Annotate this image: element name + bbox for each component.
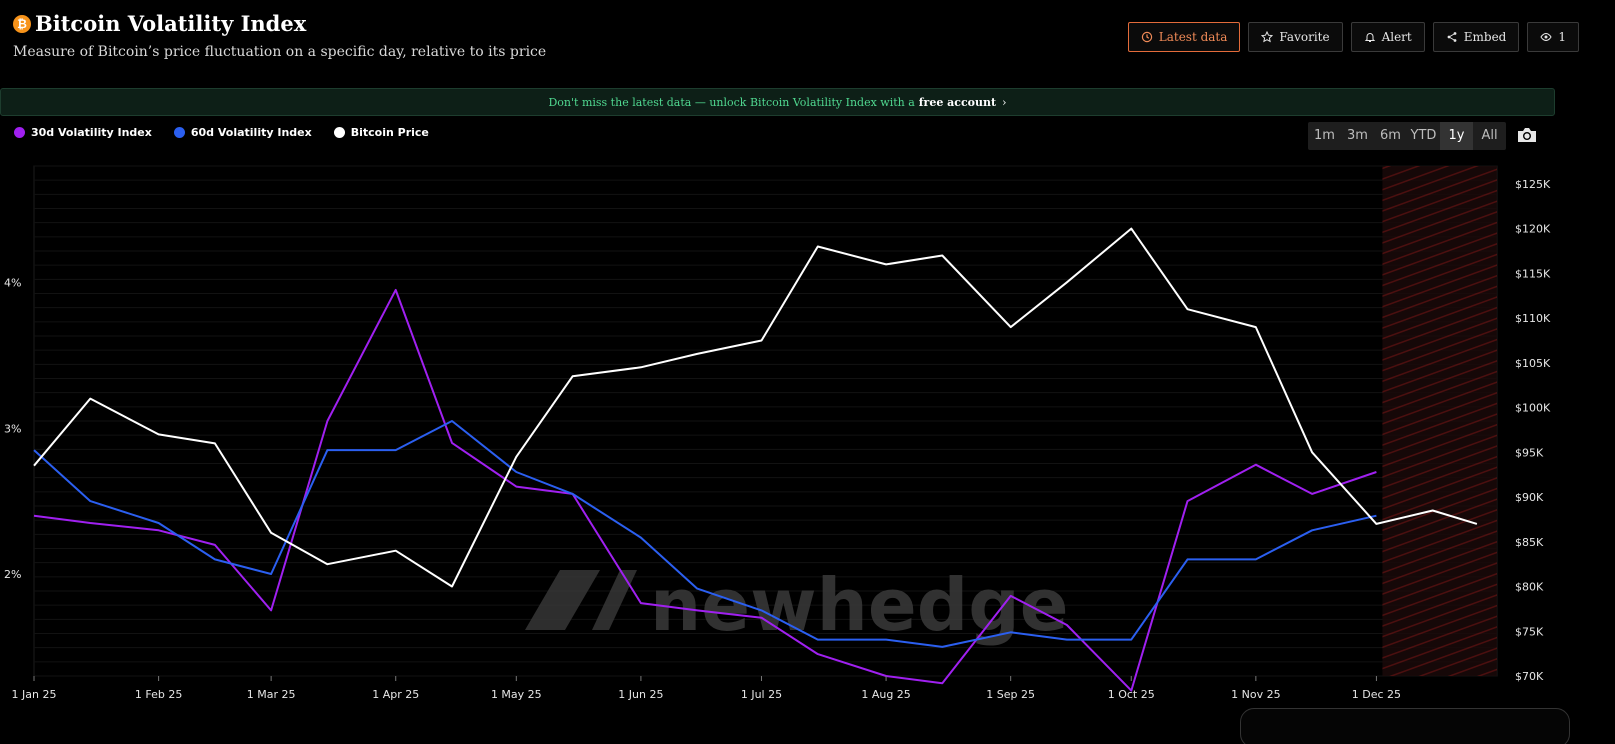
free-account-link[interactable]: free account: [919, 96, 996, 109]
share-icon: [1447, 32, 1457, 42]
x-tick-label: 1 Feb 25: [135, 688, 182, 701]
watermark-text: newhedge: [650, 563, 1069, 647]
embed-label: Embed: [1463, 30, 1507, 44]
y-left-tick: 3%: [4, 422, 21, 435]
latest-data-label: Latest data: [1158, 30, 1228, 44]
legend-item-price[interactable]: Bitcoin Price: [333, 126, 429, 139]
y-right-tick: $75K: [1515, 625, 1544, 638]
views-button[interactable]: 1: [1527, 22, 1579, 52]
range-ytd[interactable]: YTD: [1407, 122, 1440, 150]
y-right-tick: $115K: [1515, 267, 1551, 280]
legend-label-30d: 30d Volatility Index: [31, 126, 152, 139]
x-tick-label: 1 Jun 25: [618, 688, 663, 701]
y-right-tick: $80K: [1515, 581, 1544, 594]
y-right-tick: $120K: [1515, 223, 1551, 236]
volatility-chart[interactable]: newhedge 2% 3% 4% $70K $75K $80K $85K $90K $95K…: [0, 160, 1615, 744]
page-subtitle: Measure of Bitcoin’s price fluctuation o…: [13, 44, 547, 60]
x-tick-label: 1 Mar 25: [247, 688, 296, 701]
page-header: ₿ Bitcoin Volatility Index Measure of Bi…: [0, 0, 1615, 88]
eye-icon: [1540, 32, 1552, 42]
y-right-tick: $125K: [1515, 178, 1551, 191]
y-right-tick: $95K: [1515, 446, 1544, 459]
latest-data-button[interactable]: Latest data: [1127, 22, 1241, 52]
x-tick-label: 1 Apr 25: [372, 688, 419, 701]
embed-button[interactable]: Embed: [1432, 22, 1520, 52]
range-6m[interactable]: 6m: [1374, 122, 1407, 150]
chart-legend: 30d Volatility Index 60d Volatility Inde…: [14, 126, 429, 139]
page-title: Bitcoin Volatility Index: [35, 11, 307, 36]
x-tick-label: 1 Aug 25: [861, 688, 910, 701]
alert-label: Alert: [1381, 30, 1412, 44]
y-right-tick: $85K: [1515, 536, 1544, 549]
x-tick-label: 1 Nov 25: [1231, 688, 1280, 701]
alert-button[interactable]: Alert: [1350, 22, 1425, 52]
range-selector: 1m 3m 6m YTD 1y All: [1308, 122, 1506, 150]
x-tick-label: 1 Oct 25: [1108, 688, 1155, 701]
y-right-tick: $100K: [1515, 402, 1551, 415]
star-icon: [1261, 31, 1274, 43]
y-right-tick: $90K: [1515, 491, 1544, 504]
y-left-tick: 4%: [4, 277, 21, 290]
range-all[interactable]: All: [1473, 122, 1506, 150]
series-line-2: [33, 227, 1478, 588]
views-count: 1: [1558, 30, 1566, 44]
legend-label-price: Bitcoin Price: [350, 126, 429, 139]
legend-dot-price: [333, 127, 345, 138]
range-3m[interactable]: 3m: [1341, 122, 1374, 150]
watermark: newhedge: [525, 563, 1069, 647]
camera-icon[interactable]: [1516, 125, 1538, 145]
title-row: ₿ Bitcoin Volatility Index: [13, 11, 306, 36]
bitcoin-icon: ₿: [13, 14, 31, 33]
x-tick-label: 1 Jan 25: [12, 688, 57, 701]
range-1y[interactable]: 1y: [1440, 122, 1473, 150]
y-right-tick: $110K: [1515, 312, 1551, 325]
legend-dot-30d: [14, 127, 25, 138]
action-bar: Latest data Favorite Alert Embed 1: [1127, 22, 1579, 52]
range-1m[interactable]: 1m: [1308, 122, 1341, 150]
clock-icon: [1141, 31, 1152, 43]
x-tick-label: 1 Jul 25: [741, 688, 782, 701]
legend-dot-60d: [173, 127, 185, 138]
y-right-tick: $105K: [1515, 357, 1551, 370]
x-tick-label: 1 Sep 25: [986, 688, 1035, 701]
x-tick-label: 1 May 25: [491, 688, 542, 701]
newhedge-logo-icon: [525, 570, 637, 630]
banner-text: Don't miss the latest data — unlock Bitc…: [548, 95, 915, 109]
chart-scrollbar[interactable]: [1240, 708, 1570, 744]
legend-item-30d[interactable]: 30d Volatility Index: [14, 126, 152, 139]
legend-label-60d: 60d Volatility Index: [190, 126, 312, 139]
signup-banner[interactable]: Don't miss the latest data — unlock Bitc…: [0, 88, 1555, 116]
chevron-right-icon: ›: [1002, 95, 1007, 109]
favorite-label: Favorite: [1279, 30, 1330, 44]
bell-icon: [1364, 33, 1375, 42]
legend-item-60d[interactable]: 60d Volatility Index: [173, 126, 312, 139]
favorite-button[interactable]: Favorite: [1248, 22, 1343, 52]
forecast-region: [1382, 166, 1497, 676]
y-left-tick: 2%: [4, 568, 21, 581]
y-right-tick: $70K: [1515, 670, 1544, 683]
x-tick-label: 1 Dec 25: [1352, 688, 1401, 701]
